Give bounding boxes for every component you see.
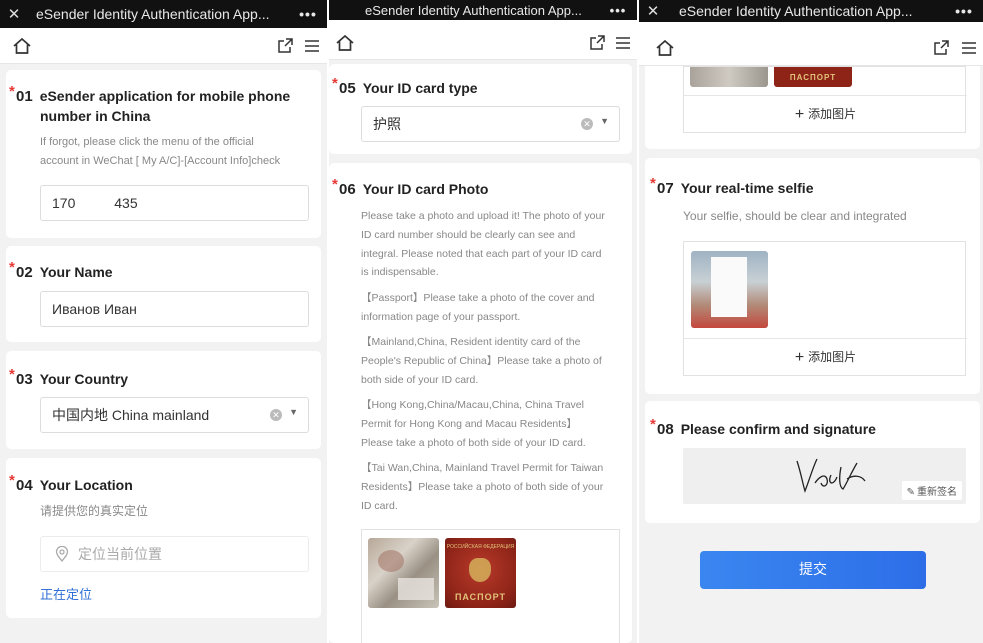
taiwan-note: 【Tai Wan,China, Mainland Travel Permit f… [361,462,604,512]
country-label: * 03 Your Country [9,366,129,388]
phone-hint-1: If forgot, please click the menu of the … [40,136,254,148]
id-photo-thumb-2[interactable]: ПАСПОРТ [774,67,852,87]
share-icon[interactable] [277,37,294,54]
clear-icon[interactable]: ✕ [270,409,282,421]
card-country: * 03 Your Country 中国内地 China mainland ✕ ▼ [6,351,321,449]
card-id-type: * 05 Your ID card type 护照 ✕ ▼ [329,64,632,154]
menu-icon[interactable] [304,38,320,54]
signature-pad[interactable]: ✎ 重新签名 [683,448,966,504]
panel-left: ✕ eSender Identity Authentication App...… [0,0,327,643]
submit-button[interactable]: 提交 [700,551,926,589]
plus-icon: + [794,106,805,123]
dropdown-arrow-icon[interactable]: ▼ [600,116,609,126]
id-type-select[interactable]: 护照 ✕ ▼ [361,106,620,142]
signature-label: * 08 Please confirm and signature [650,416,876,438]
name-label: * 02 Your Name [9,259,113,281]
phone-label-cont: number in China [40,108,151,124]
card-id-photo: * 06 Your ID card Photo Please take a phot… [329,163,632,643]
more-icon[interactable]: ••• [599,3,637,18]
hkmacau-note: 【Hong Kong,China/Macau,China, China Trav… [361,399,586,449]
selfie-hint: Your selfie, should be clear and integra… [683,209,907,223]
home-icon[interactable] [655,38,675,58]
id-photo-thumb-2[interactable]: РОССИЙСКАЯ ФЕДЕРАЦИЯ ПАСПОРТ [445,538,516,608]
id-photo-upload-box[interactable]: РОССИЙСКАЯ ФЕДЕРАЦИЯ ПАСПОРТ [361,529,620,643]
selfie-upload-box[interactable]: + 添加图片 [683,241,967,376]
title-bar: ✕ eSender Identity Authentication App...… [639,0,983,22]
plus-icon: + [794,349,805,366]
phone-label: * 01 eSender application for mobile phone [9,83,291,105]
card-location: * 04 Your Location 请提供您的真实定位 定位当前位置 正在定位 [6,458,321,618]
add-selfie-button[interactable]: + 添加图片 [684,348,967,367]
passport-note: 【Passport】Please take a photo of the cov… [361,292,595,323]
screenshot-collage: ✕ eSender Identity Authentication App...… [0,0,983,643]
menu-icon[interactable] [615,35,631,51]
location-label: * 04 Your Location [9,472,133,494]
nav-bar [639,22,983,66]
phone-value: 170 435 [52,195,138,211]
resign-button[interactable]: ✎ 重新签名 [901,481,962,500]
more-icon[interactable]: ••• [945,3,983,19]
more-icon[interactable]: ••• [289,6,327,22]
card-signature: * 08 Please confirm and signature ✎ 重新签名 [645,401,980,523]
id-type-label: * 05 Your ID card type [332,75,478,97]
phone-hint-2: account in WeChat [ My A/C]-[Account Inf… [40,155,281,167]
id-photo-thumb-1[interactable] [368,538,439,608]
home-icon[interactable] [12,36,32,56]
id-photo-upload-box[interactable]: ПАСПОРТ + 添加图片 [683,66,967,133]
country-value: 中国内地 China mainland [52,407,210,423]
phone-input[interactable]: 170 435 [40,185,309,221]
share-icon[interactable] [589,34,606,51]
clear-icon[interactable]: ✕ [581,118,593,130]
add-id-photo-button[interactable]: + 添加图片 [684,105,967,124]
location-pin-icon [55,546,69,562]
close-icon[interactable]: ✕ [639,2,667,20]
card-name: * 02 Your Name Иванов Иван [6,246,321,342]
title-bar: eSender Identity Authentication App... •… [329,0,637,20]
nav-bar [0,28,327,64]
title-bar: ✕ eSender Identity Authentication App...… [0,0,327,28]
country-select[interactable]: 中国内地 China mainland ✕ ▼ [40,397,309,433]
location-input[interactable]: 定位当前位置 [40,536,309,572]
panel-middle: eSender Identity Authentication App... •… [329,0,637,643]
window-title: eSender Identity Authentication App... [36,6,270,22]
card-id-photo-cont: ПАСПОРТ + 添加图片 [645,66,980,149]
signature-drawing [796,458,866,493]
selfie-label: * 07 Your real-time selfie [650,175,814,197]
edit-icon: ✎ [906,487,915,498]
panel-right: ✕ eSender Identity Authentication App...… [639,0,983,643]
id-photo-label: * 06 Your ID card Photo [332,176,489,198]
id-photo-thumb-1[interactable] [690,67,768,87]
name-input[interactable]: Иванов Иван [40,291,309,327]
close-icon[interactable]: ✕ [0,5,28,23]
window-title: eSender Identity Authentication App... [365,2,582,18]
location-hint: 请提供您的真实定位 [40,504,149,518]
dropdown-arrow-icon[interactable]: ▼ [289,407,298,417]
selfie-thumb[interactable] [691,251,768,328]
id-type-value: 护照 [373,116,401,132]
mainland-note: 【Mainland,China, Resident identity card … [361,336,602,386]
card-phone: * 01 eSender application for mobile phone … [6,70,321,238]
location-placeholder: 定位当前位置 [78,546,162,562]
id-photo-intro: Please take a photo and upload it! The p… [361,210,605,279]
name-value: Иванов Иван [52,301,137,317]
locating-status[interactable]: 正在定位 [40,584,92,603]
home-icon[interactable] [335,33,355,53]
nav-bar [329,20,637,60]
window-title: eSender Identity Authentication App... [679,3,913,19]
menu-icon[interactable] [961,40,977,56]
card-selfie: * 07 Your real-time selfie Your selfie, sh… [645,158,980,394]
share-icon[interactable] [933,39,950,56]
